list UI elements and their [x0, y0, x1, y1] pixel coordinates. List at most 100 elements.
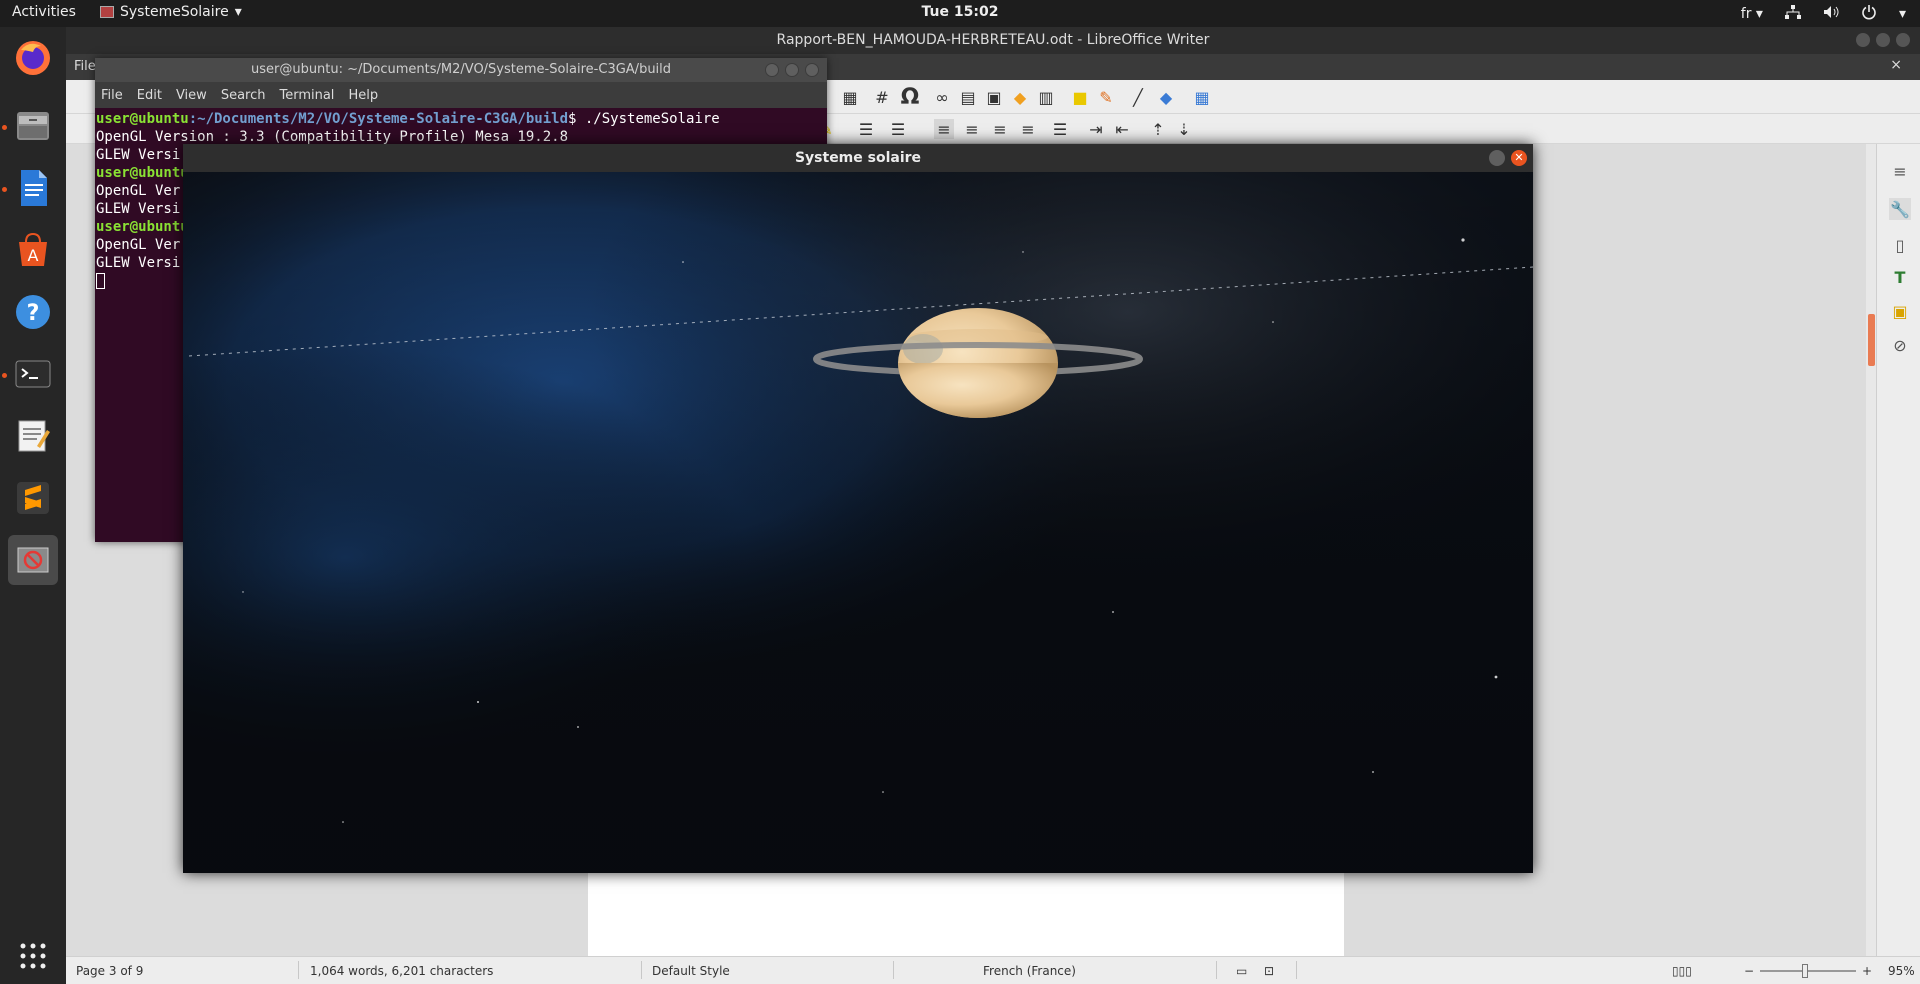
maximize-button[interactable] — [1876, 33, 1890, 47]
files-icon[interactable] — [8, 101, 58, 151]
clock[interactable]: Tue 15:02 — [922, 4, 999, 20]
vertical-scrollbar[interactable] — [1866, 144, 1876, 956]
text-editor-icon[interactable] — [8, 411, 58, 461]
menu-edit[interactable]: Edit — [137, 88, 162, 103]
page-style[interactable]: Default Style — [652, 964, 730, 978]
menu-file[interactable]: File — [74, 59, 96, 74]
basic-shapes-icon[interactable]: ◆ — [1156, 87, 1176, 107]
software-icon[interactable]: A — [8, 225, 58, 275]
close-button[interactable] — [1896, 33, 1910, 47]
gl-titlebar[interactable]: Systeme solaire — [183, 144, 1533, 172]
terminal-title: user@ubuntu: ~/Documents/M2/VO/Systeme-S… — [250, 62, 672, 77]
dock: A ? — [0, 27, 66, 984]
minimize-button[interactable] — [1856, 33, 1870, 47]
zoom-out-button[interactable]: − — [1744, 964, 1754, 978]
menu-help[interactable]: Help — [348, 88, 378, 103]
menu-file[interactable]: File — [101, 88, 123, 103]
input-language-label: fr — [1740, 6, 1752, 22]
system-tray[interactable]: fr ▾ ▾ — [1741, 4, 1906, 24]
opengl-viewport[interactable] — [183, 172, 1533, 873]
insert-mode-icon[interactable]: ▭ — [1236, 964, 1247, 978]
power-icon[interactable] — [1861, 4, 1877, 24]
app-icon — [100, 6, 114, 18]
align-left-icon[interactable]: ≡ — [934, 119, 954, 139]
terminal-cursor — [96, 273, 105, 289]
help-icon[interactable]: ? — [8, 287, 58, 337]
app-grid-icon[interactable] — [8, 931, 58, 981]
sidebar-menu-icon[interactable]: ≡ — [1889, 160, 1911, 182]
minimize-button[interactable] — [1489, 150, 1505, 166]
top-bar: Activities SystemeSolaire ▾ Tue 15:02 fr… — [0, 0, 1920, 27]
para-spacing-down-icon[interactable]: ⇣ — [1174, 119, 1194, 139]
gl-window-controls: ✕ — [1489, 150, 1527, 166]
align-right-icon[interactable]: ≡ — [990, 119, 1010, 139]
gallery-icon[interactable]: ▣ — [1889, 300, 1911, 322]
chevron-down-icon: ▾ — [1898, 6, 1906, 22]
space-scene — [183, 172, 1533, 873]
page-break-icon[interactable]: ▥ — [1036, 87, 1056, 107]
decrease-indent-icon[interactable]: ⇤ — [1112, 119, 1132, 139]
bookmark-icon[interactable]: ◆ — [1010, 87, 1030, 107]
menu-view[interactable]: View — [176, 88, 207, 103]
comment-icon[interactable]: ■ — [1070, 87, 1090, 107]
justify-icon[interactable]: ≡ — [1018, 119, 1038, 139]
page-icon[interactable]: ▯ — [1889, 234, 1911, 256]
terminal-icon[interactable] — [8, 349, 58, 399]
track-changes-icon[interactable]: ✎ — [1096, 87, 1116, 107]
text-language[interactable]: French (France) — [983, 964, 1076, 978]
network-icon[interactable] — [1784, 5, 1801, 23]
draw-functions-icon[interactable]: ▦ — [1192, 87, 1212, 107]
firefox-icon[interactable] — [8, 33, 58, 83]
cross-reference-icon[interactable]: ▣ — [984, 87, 1004, 107]
para-spacing-up-icon[interactable]: ⇡ — [1148, 119, 1168, 139]
page-count[interactable]: Page 3 of 9 — [76, 964, 143, 978]
minimize-button[interactable] — [765, 63, 779, 77]
systemesolaire-icon[interactable] — [8, 535, 58, 585]
menu-terminal[interactable]: Terminal — [279, 88, 334, 103]
close-document-icon[interactable]: × — [1890, 57, 1902, 73]
align-center-icon[interactable]: ≡ — [962, 119, 982, 139]
increase-indent-icon[interactable]: ⇥ — [1086, 119, 1106, 139]
terminal-menubar: File Edit View Search Terminal Help — [95, 82, 827, 108]
terminal-window-controls — [765, 63, 819, 77]
writer-icon[interactable] — [8, 163, 58, 213]
close-button[interactable] — [805, 63, 819, 77]
writer-titlebar[interactable]: Rapport-BEN_HAMOUDA-HERBRETEAU.odt - Lib… — [66, 27, 1920, 54]
zoom-slider-handle[interactable] — [1802, 964, 1808, 978]
menu-search[interactable]: Search — [221, 88, 266, 103]
view-layout-icon[interactable]: ▯▯▯ — [1672, 964, 1692, 978]
zoom-in-button[interactable]: + — [1862, 964, 1872, 978]
insert-table-icon[interactable]: ▦ — [840, 87, 860, 107]
zoom-level[interactable]: 95% — [1888, 964, 1915, 978]
gl-window-title: Systeme solaire — [794, 150, 922, 166]
close-button[interactable]: ✕ — [1511, 150, 1527, 166]
sublime-icon[interactable] — [8, 473, 58, 523]
app-menu-label: SystemeSolaire — [120, 4, 229, 20]
word-count[interactable]: 1,064 words, 6,201 characters — [310, 964, 493, 978]
scroll-thumb[interactable] — [1868, 314, 1875, 366]
systeme-solaire-window: Systeme solaire ✕ — [183, 144, 1533, 873]
insert-field-icon[interactable]: # — [872, 87, 892, 107]
writer-title: Rapport-BEN_HAMOUDA-HERBRETEAU.odt - Lib… — [776, 32, 1210, 48]
zoom-slider[interactable] — [1760, 970, 1856, 972]
footnote-icon[interactable]: ▤ — [958, 87, 978, 107]
maximize-button[interactable] — [785, 63, 799, 77]
hyperlink-icon[interactable]: ∞ — [932, 87, 952, 107]
navigator-icon[interactable]: ⊘ — [1889, 334, 1911, 356]
writer-sidebar: ≡ 🔧 ▯ T ▣ ⊘ — [1876, 144, 1920, 956]
app-menu[interactable]: SystemeSolaire ▾ — [100, 4, 242, 20]
input-language[interactable]: fr ▾ — [1741, 6, 1763, 22]
properties-icon[interactable]: 🔧 — [1889, 198, 1911, 220]
selection-mode-icon[interactable]: ⊡ — [1264, 964, 1274, 978]
numbered-list-icon[interactable]: ☰ — [888, 119, 908, 139]
volume-icon[interactable] — [1823, 5, 1839, 23]
activities-button[interactable]: Activities — [12, 4, 76, 20]
special-character-icon[interactable]: Ω — [900, 85, 920, 110]
terminal-titlebar[interactable]: user@ubuntu: ~/Documents/M2/VO/Systeme-S… — [95, 58, 827, 82]
line-spacing-icon[interactable]: ☰ — [1050, 119, 1070, 139]
svg-text:A: A — [28, 246, 39, 265]
line-icon[interactable]: ╱ — [1128, 87, 1148, 107]
styles-icon[interactable]: T — [1889, 266, 1911, 288]
bullet-list-icon[interactable]: ☰ — [856, 119, 876, 139]
writer-window-controls — [1856, 33, 1910, 47]
